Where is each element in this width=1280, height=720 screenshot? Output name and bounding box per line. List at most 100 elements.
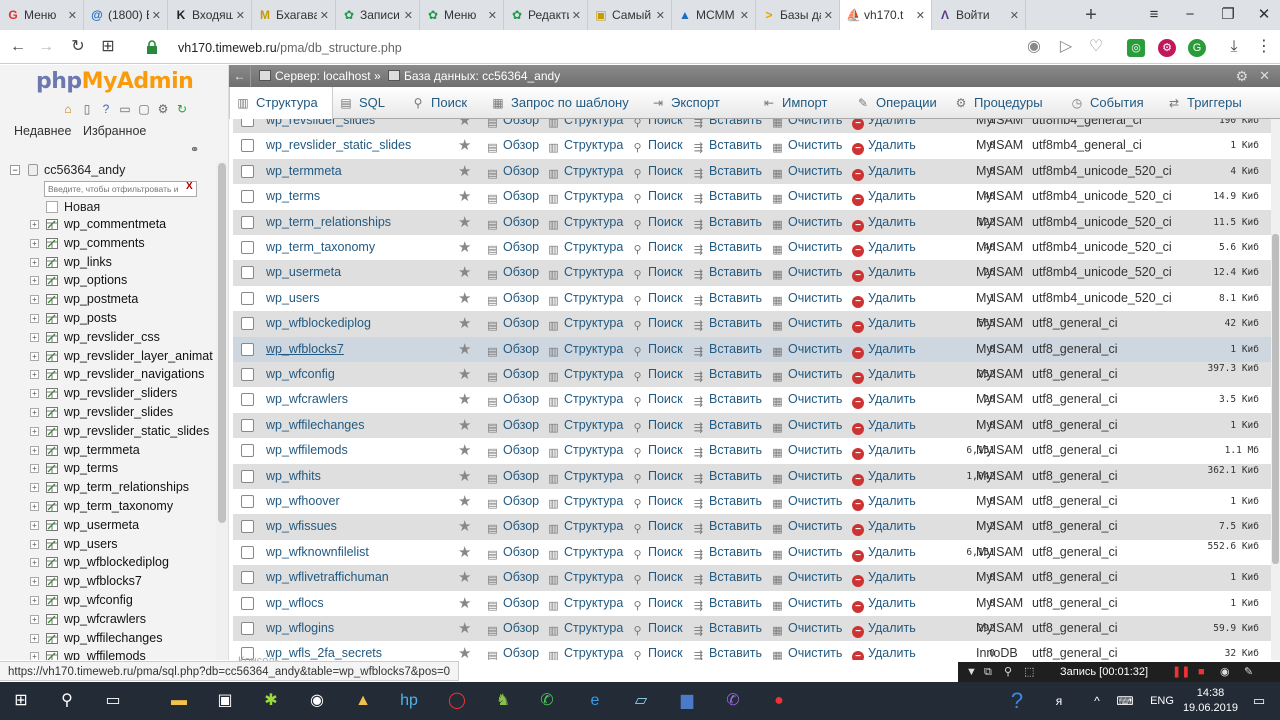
table-icon[interactable] [46, 350, 58, 362]
expand-icon[interactable]: + [30, 633, 39, 643]
table-name-link[interactable]: wp_wffilechanges [266, 413, 364, 438]
favorite-star-icon[interactable]: ★ [458, 337, 471, 362]
tab-close-icon[interactable]: ✕ [916, 9, 925, 22]
tab-close-icon[interactable]: ✕ [236, 9, 245, 22]
structure-action[interactable]: ▥ Структура [547, 514, 623, 539]
insert-action[interactable]: ⇶ Вставить [692, 591, 762, 616]
structure-action[interactable]: ▥ Структура [547, 616, 623, 641]
expand-icon[interactable]: + [30, 332, 39, 342]
browse-action[interactable]: ▤ Обзор [486, 464, 539, 489]
table-row[interactable]: wp_wffilemods ★ ▤ Обзор ▥ Структура ⚲ Поиск ⇶ Вст… [233, 438, 1271, 464]
browser-tab[interactable]: ✿ Записи ✕ [336, 0, 420, 30]
row-checkbox[interactable] [241, 444, 254, 458]
row-checkbox[interactable] [241, 215, 254, 229]
structure-action[interactable]: ▥ Структура [547, 387, 623, 412]
collapse-icon[interactable]: − [10, 165, 20, 175]
tab-close-icon[interactable]: ✕ [320, 9, 329, 22]
expand-icon[interactable]: + [30, 407, 39, 417]
back-icon[interactable]: ← [6, 36, 30, 58]
table-name-link[interactable]: wp_wfissues [266, 514, 337, 539]
browse-action[interactable]: ▤ Обзор [486, 184, 539, 209]
browse-action[interactable]: ▤ Обзор [486, 337, 539, 362]
table-row[interactable]: wp_users ★ ▤ Обзор ▥ Структура ⚲ Поиск ⇶ Вставить… [233, 285, 1271, 312]
tab-6[interactable]: ✎ Операции [850, 87, 948, 119]
empty-action[interactable]: ▦ Очистить [771, 286, 842, 311]
row-checkbox[interactable] [241, 545, 254, 559]
table-row[interactable]: wp_revslider_static_slides ★ ▤ Обзор ▥ Структ… [233, 133, 1271, 159]
expand-icon[interactable]: + [30, 426, 39, 436]
table-row[interactable]: wp_wfissues ★ ▤ Обзор ▥ Структура ⚲ Поиск ⇶ Встав… [233, 514, 1271, 540]
empty-action[interactable]: ▦ Очистить [771, 119, 842, 133]
settings-icon[interactable]: ⚙ [155, 101, 171, 117]
sidebar-item-table[interactable]: + wp_revslider_layer_animat [0, 347, 216, 366]
camera-icon[interactable]: ◉ [1022, 36, 1046, 58]
table-icon[interactable] [46, 482, 58, 494]
browser-tab[interactable]: K Входящ ✕ [168, 0, 252, 30]
drop-action[interactable]: − Удалить [852, 616, 916, 641]
empty-action[interactable]: ▦ Очистить [771, 413, 842, 438]
table-name-link[interactable]: wp_wfblockediplog [266, 311, 371, 336]
exit-icon[interactable]: ▯ [79, 101, 95, 117]
tray-chevron-icon[interactable]: ^ [1082, 687, 1112, 715]
menu-icon[interactable]: ⋮ [1252, 36, 1276, 58]
insert-action[interactable]: ⇶ Вставить [692, 489, 762, 514]
phpmyadmin-logo[interactable]: phpMyAdmin [36, 69, 194, 94]
expand-icon[interactable]: + [30, 370, 39, 380]
row-checkbox[interactable] [241, 291, 254, 305]
browse-action[interactable]: ▤ Обзор [486, 133, 539, 158]
table-icon[interactable] [46, 576, 58, 588]
browser-tab[interactable]: G Меню ✕ [0, 0, 84, 30]
drop-action[interactable]: − Удалить [852, 489, 916, 514]
insert-action[interactable]: ⇶ Вставить [692, 119, 762, 133]
expand-icon[interactable]: + [30, 595, 39, 605]
drop-action[interactable]: − Удалить [852, 514, 916, 539]
drop-action[interactable]: − Удалить [852, 591, 916, 616]
favorite-star-icon[interactable]: ★ [458, 260, 471, 285]
extension-red-icon[interactable]: ⚙ [1158, 39, 1176, 57]
tab-9[interactable]: ⇄ Триггеры [1161, 87, 1280, 119]
empty-action[interactable]: ▦ Очистить [771, 133, 842, 158]
insert-action[interactable]: ⇶ Вставить [692, 184, 762, 209]
drop-action[interactable]: − Удалить [852, 565, 916, 590]
table-filter-input[interactable] [44, 181, 197, 197]
tab-7[interactable]: ⚙ Процедуры [948, 87, 1064, 119]
favorites-button[interactable]: Избранное [79, 122, 150, 140]
favorite-star-icon[interactable]: ★ [458, 286, 471, 311]
sidebar-item-table[interactable]: + wp_revslider_slides [0, 403, 216, 422]
browse-action[interactable]: ▤ Обзор [486, 413, 539, 438]
table-name-link[interactable]: wp_term_relationships [266, 210, 391, 235]
search-action[interactable]: ⚲ Поиск [631, 210, 682, 235]
structure-action[interactable]: ▥ Структура [547, 260, 623, 285]
close-icon[interactable]: ✕ [1259, 65, 1270, 87]
drop-action[interactable]: − Удалить [852, 119, 916, 133]
home-icon[interactable]: ⌂ [60, 101, 76, 117]
browser-tab[interactable]: Λ Войти ✕ [932, 0, 1026, 30]
structure-action[interactable]: ▥ Структура [547, 133, 623, 158]
table-name-link[interactable]: wp_wfcrawlers [266, 387, 348, 412]
table-icon[interactable] [46, 463, 58, 475]
table-name-link[interactable]: wp_usermeta [266, 260, 341, 285]
empty-action[interactable]: ▦ Очистить [771, 159, 842, 184]
expand-icon[interactable]: + [30, 445, 39, 455]
table-row[interactable]: wp_wflogins ★ ▤ Обзор ▥ Структура ⚲ Поиск ⇶ Встав… [233, 616, 1271, 642]
structure-action[interactable]: ▥ Структура [547, 591, 623, 616]
browse-action[interactable]: ▤ Обзор [486, 119, 539, 133]
recorder-pause-icon[interactable]: ❚❚ [1172, 662, 1190, 682]
tab-close-icon[interactable]: ✕ [404, 9, 413, 22]
table-row[interactable]: wp_termmeta ★ ▤ Обзор ▥ Структура ⚲ Поиск ⇶ Встав… [233, 158, 1271, 185]
refresh-icon[interactable]: ↻ [174, 101, 190, 117]
recorder-pen-icon[interactable]: ✎ [1244, 662, 1253, 682]
drop-action[interactable]: − Удалить [852, 362, 916, 387]
table-icon[interactable] [46, 219, 58, 230]
favorite-star-icon[interactable]: ★ [458, 210, 471, 235]
empty-action[interactable]: ▦ Очистить [771, 464, 842, 489]
search-icon[interactable]: ⚲ [52, 687, 82, 715]
link-icon[interactable]: ⚭ [190, 143, 199, 156]
row-checkbox[interactable] [241, 119, 254, 127]
browser-tab[interactable]: ▲ MCMM ✕ [672, 0, 756, 30]
insert-action[interactable]: ⇶ Вставить [692, 311, 762, 336]
table-icon[interactable] [46, 294, 58, 306]
table-name-link[interactable]: wp_wflivetraffichuman [266, 565, 389, 590]
tab-3[interactable]: ▦ Запрос по шаблону [485, 87, 645, 119]
drop-action[interactable]: − Удалить [852, 235, 916, 260]
